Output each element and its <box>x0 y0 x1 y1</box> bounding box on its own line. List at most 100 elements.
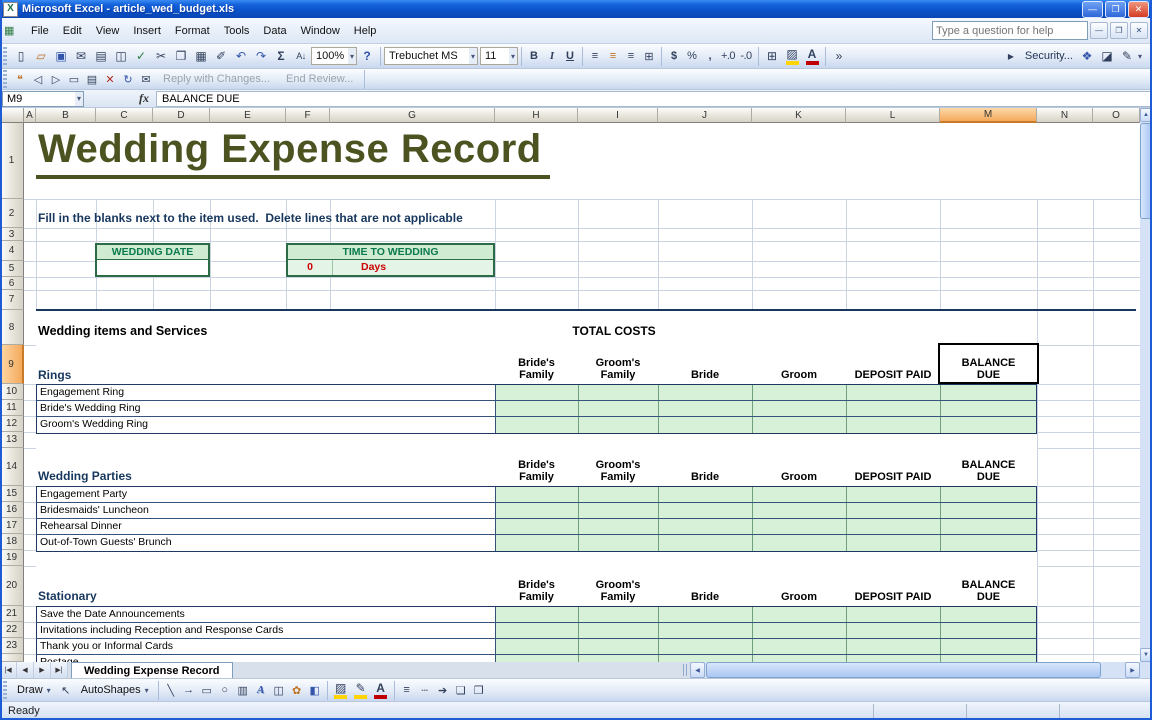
row-header[interactable]: 1 <box>0 123 24 199</box>
workbook-close-button[interactable]: ✕ <box>1130 22 1148 39</box>
amount-cell[interactable] <box>847 623 941 638</box>
amount-cell[interactable] <box>753 655 847 662</box>
row-header[interactable]: 16 <box>0 502 24 518</box>
clipart-icon[interactable]: ✿ <box>288 682 306 699</box>
amount-cell[interactable] <box>659 487 753 502</box>
amount-cell[interactable] <box>579 639 659 654</box>
align-left-icon[interactable]: ≡ <box>586 48 604 65</box>
amount-cell[interactable] <box>659 519 753 534</box>
autosum-icon[interactable]: Σ <box>271 46 291 66</box>
row-header[interactable]: 4 <box>0 241 24 261</box>
font-size-select[interactable]: 11 ▾ <box>480 47 518 65</box>
menu-edit[interactable]: Edit <box>56 22 89 40</box>
amount-cell[interactable] <box>847 487 941 502</box>
underline-icon[interactable]: U <box>561 48 579 65</box>
amount-cell[interactable] <box>753 639 847 654</box>
first-sheet-button[interactable]: |◀ <box>0 662 17 678</box>
font-color-icon[interactable]: A <box>371 680 391 701</box>
amount-cell[interactable] <box>659 503 753 518</box>
row-header[interactable]: 5 <box>0 261 24 277</box>
amount-cell[interactable] <box>659 385 753 400</box>
row-header[interactable]: 6 <box>0 277 24 290</box>
next-comment-icon[interactable]: ▷ <box>47 71 65 88</box>
column-header-j[interactable]: J <box>658 108 752 123</box>
menu-window[interactable]: Window <box>294 22 347 40</box>
menu-file[interactable]: File <box>24 22 56 40</box>
amount-cell[interactable] <box>941 401 1036 416</box>
amount-cell[interactable] <box>496 623 579 638</box>
column-header-h[interactable]: H <box>495 108 578 123</box>
spelling-icon[interactable]: ✓ <box>131 46 151 66</box>
amount-cell[interactable] <box>941 655 1036 662</box>
amount-cell[interactable] <box>941 417 1036 433</box>
scroll-right-icon[interactable]: ▶ <box>1125 662 1140 678</box>
amount-cell[interactable] <box>579 487 659 502</box>
menu-format[interactable]: Format <box>168 22 217 40</box>
row-header[interactable]: 3 <box>0 228 24 241</box>
amount-cell[interactable] <box>579 607 659 622</box>
amount-cell[interactable] <box>847 503 941 518</box>
wedding-date-input-cell[interactable] <box>97 260 208 275</box>
picture-icon[interactable]: ◧ <box>306 682 324 699</box>
autoshapes-menu-button[interactable]: AutoShapes ▾ <box>75 684 155 696</box>
amount-cell[interactable] <box>496 607 579 622</box>
show-comment-icon[interactable]: ▭ <box>65 71 83 88</box>
fill-color-icon[interactable]: ▨ <box>331 680 351 701</box>
scroll-up-icon[interactable]: ▲ <box>1140 108 1152 122</box>
rectangle-tool-icon[interactable]: ▭ <box>198 682 216 699</box>
increase-decimal-icon[interactable]: +.0 <box>719 48 737 65</box>
previous-sheet-button[interactable]: ◀ <box>17 662 34 678</box>
show-all-comments-icon[interactable]: ▤ <box>83 71 101 88</box>
diagram-icon[interactable]: ◫ <box>270 682 288 699</box>
horizontal-scroll-track[interactable] <box>1102 662 1125 678</box>
menu-view[interactable]: View <box>89 22 127 40</box>
row-header[interactable]: 14 <box>0 448 24 486</box>
amount-cell[interactable] <box>753 503 847 518</box>
amount-cell[interactable] <box>496 655 579 662</box>
shadow-style-icon[interactable]: ❏ <box>452 682 470 699</box>
amount-cell[interactable] <box>847 401 941 416</box>
amount-cell[interactable] <box>659 535 753 551</box>
previous-comment-icon[interactable]: ◁ <box>29 71 47 88</box>
amount-cell[interactable] <box>579 655 659 662</box>
row-header[interactable]: 2 <box>0 199 24 228</box>
amount-cell[interactable] <box>579 401 659 416</box>
oval-tool-icon[interactable]: ○ <box>216 682 234 699</box>
send-to-mail-icon[interactable]: ✉ <box>137 71 155 88</box>
currency-icon[interactable]: $ <box>665 48 683 65</box>
chevron-down-icon[interactable]: ▾ <box>1138 52 1142 61</box>
amount-cell[interactable] <box>579 503 659 518</box>
column-header-c[interactable]: C <box>96 108 153 123</box>
column-header-b[interactable]: B <box>36 108 96 123</box>
end-review-button[interactable]: End Review... <box>278 73 361 85</box>
amount-cell[interactable] <box>753 417 847 433</box>
undo-icon[interactable]: ↶ <box>231 46 251 66</box>
toolbar-grip[interactable] <box>3 47 7 65</box>
amount-cell[interactable] <box>753 623 847 638</box>
column-header-f[interactable]: F <box>286 108 330 123</box>
amount-cell[interactable] <box>496 503 579 518</box>
amount-cell[interactable] <box>659 639 753 654</box>
amount-cell[interactable] <box>496 417 579 433</box>
row-header[interactable]: 17 <box>0 518 24 534</box>
italic-icon[interactable]: I <box>543 48 561 65</box>
save-icon[interactable]: ▣ <box>51 46 71 66</box>
column-header-g[interactable]: G <box>330 108 495 123</box>
amount-cell[interactable] <box>847 417 941 433</box>
horizontal-scroll-thumb[interactable] <box>706 662 1101 678</box>
new-icon[interactable]: ▯ <box>11 46 31 66</box>
column-header-e[interactable]: E <box>210 108 286 123</box>
amount-cell[interactable] <box>753 535 847 551</box>
item-label[interactable]: Out-of-Town Guests' Brunch <box>37 535 496 551</box>
amount-cell[interactable] <box>847 385 941 400</box>
row-header[interactable]: 18 <box>0 534 24 550</box>
dash-style-icon[interactable]: ┄ <box>416 682 434 699</box>
column-header-d[interactable]: D <box>153 108 210 123</box>
column-header-l[interactable]: L <box>846 108 940 123</box>
amount-cell[interactable] <box>496 401 579 416</box>
name-box[interactable]: M9 ▾ <box>2 91 84 107</box>
amount-cell[interactable] <box>579 623 659 638</box>
sheet-tab-wedding-expense-record[interactable]: Wedding Expense Record <box>71 662 233 678</box>
item-label[interactable]: Save the Date Announcements <box>37 607 496 622</box>
amount-cell[interactable] <box>941 385 1036 400</box>
